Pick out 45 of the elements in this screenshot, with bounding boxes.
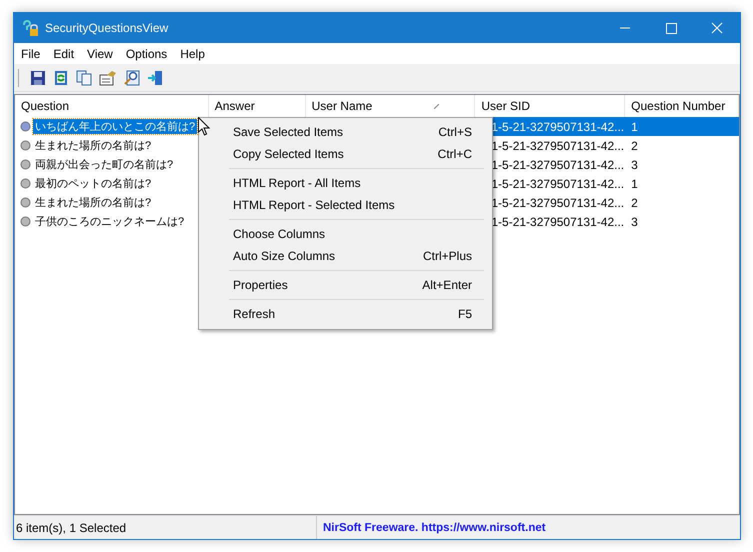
row-bullet-icon: [20, 216, 31, 227]
table-cell: 1: [631, 176, 638, 190]
refresh-icon[interactable]: [53, 70, 69, 86]
context-menu-item[interactable]: Properties Alt+Enter: [199, 274, 492, 296]
window-title: SecurityQuestionsView: [45, 21, 170, 35]
table-cell: 1-5-21-3279507131-42...: [491, 196, 624, 210]
table-cell: 3: [631, 158, 638, 172]
table-cell[interactable]: 子供のころのニックネームは?: [33, 214, 186, 229]
row-bullet-icon: [20, 197, 31, 208]
table-cell[interactable]: 生まれた場所の名前は?: [33, 195, 154, 210]
status-count: 6 item(s), 1 Selected: [15, 520, 128, 534]
table-cell: 1-5-21-3279507131-42...: [491, 158, 624, 172]
table-cell: 1-5-21-3279507131-42...: [491, 120, 624, 134]
copy-icon[interactable]: [76, 70, 92, 86]
menu-item[interactable]: View: [81, 46, 120, 60]
exit-door-icon[interactable]: [147, 70, 163, 86]
context-menu-item[interactable]: Copy Selected Items Ctrl+C: [199, 143, 492, 165]
table-cell[interactable]: いちばん年上のいとこの名前は?: [33, 119, 198, 134]
table-cell: 2: [631, 138, 638, 152]
question-lock-icon: [21, 19, 39, 37]
table-cell: 1-5-21-3279507131-42...: [491, 176, 624, 190]
row-bullet-icon: [20, 140, 31, 151]
context-menu-item[interactable]: Refresh F5: [199, 303, 492, 325]
row-bullet-icon: [20, 159, 31, 170]
menu-item[interactable]: Help: [174, 46, 212, 60]
website-link[interactable]: NirSoft Freeware. https://www.nirsoft.net: [323, 522, 546, 534]
table-cell: 1-5-21-3279507131-42...: [491, 138, 624, 152]
table-cell: 1-5-21-3279507131-42...: [491, 214, 624, 228]
context-menu-item[interactable]: HTML Report - All Items: [199, 172, 492, 194]
table-cell[interactable]: 最初のペットの名前は?: [33, 176, 154, 191]
menu-item[interactable]: File: [15, 46, 48, 60]
menu-item[interactable]: Edit: [47, 46, 82, 60]
table-cell[interactable]: 両親が出会った町の名前は?: [33, 157, 176, 172]
search-icon[interactable]: [124, 70, 140, 86]
menu-item[interactable]: Options: [120, 46, 174, 60]
context-menu-item[interactable]: HTML Report - Selected Items: [199, 194, 492, 216]
table-cell[interactable]: 生まれた場所の名前は?: [33, 138, 154, 153]
context-menu-item[interactable]: Auto Size Columns Ctrl+Plus: [199, 245, 492, 267]
context-menu-item[interactable]: Choose Columns: [199, 223, 492, 245]
table-cell: 2: [631, 196, 638, 210]
properties-card-icon[interactable]: [99, 70, 117, 86]
row-bullet-icon: [20, 121, 31, 132]
row-bullet-icon: [20, 178, 31, 189]
table-cell: 1: [631, 120, 638, 134]
table-cell: 3: [631, 214, 638, 228]
